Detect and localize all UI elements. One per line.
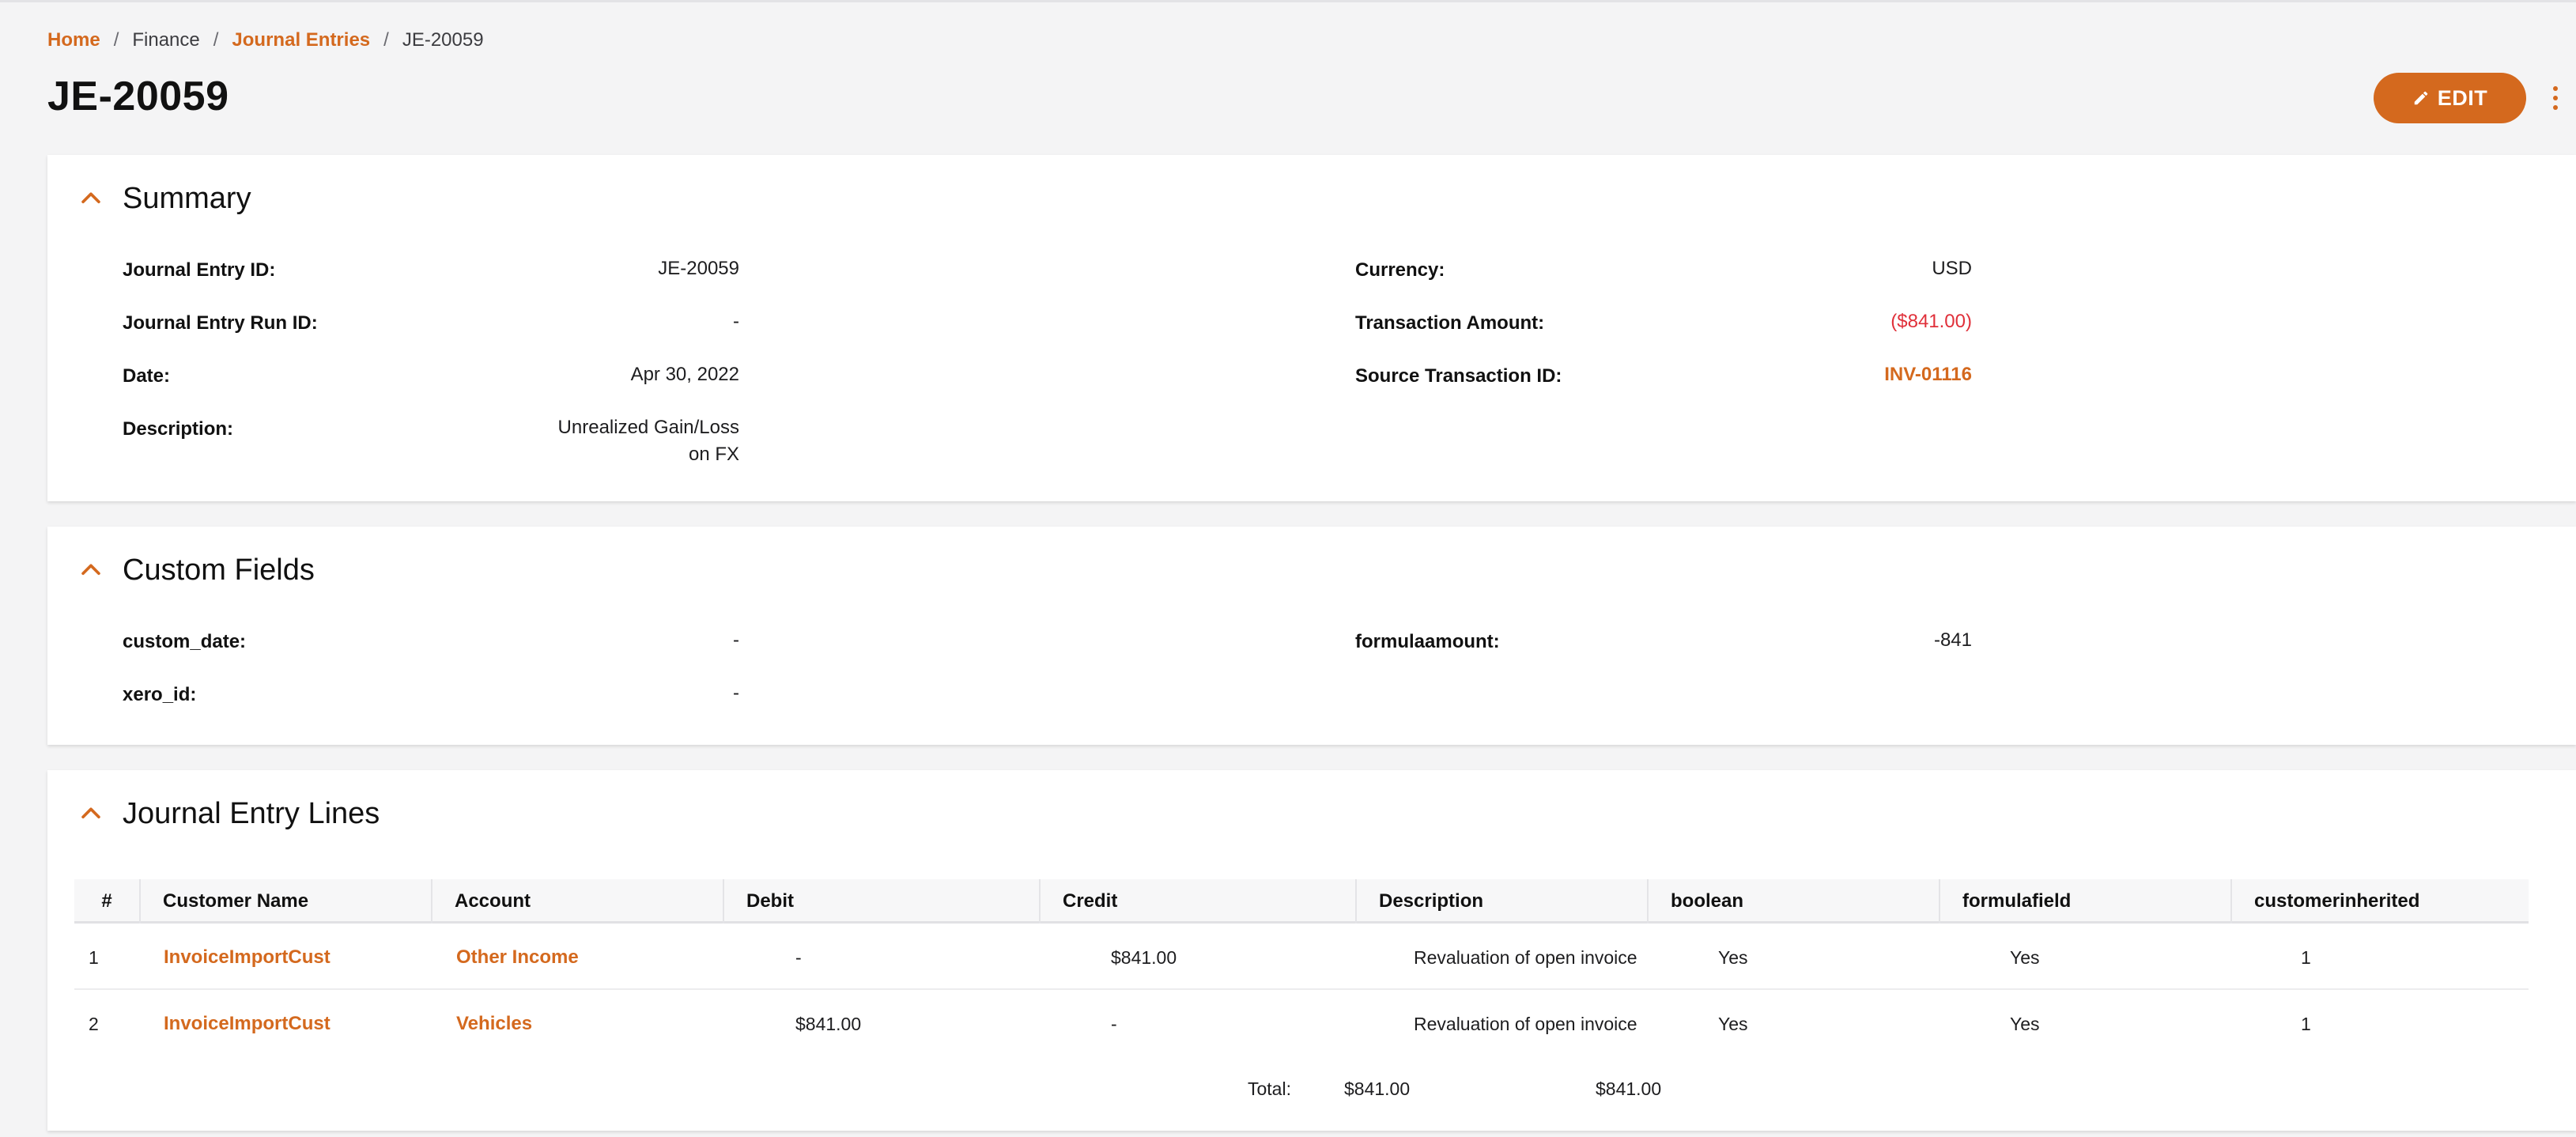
credit-cell: -	[1111, 1013, 1117, 1034]
currency-value: USD	[1932, 258, 1972, 279]
chevron-up-icon[interactable]	[77, 800, 104, 827]
breadcrumb-finance: Finance	[132, 29, 200, 51]
column-header-credit[interactable]: Credit	[1041, 879, 1357, 924]
formulaamount-value: -841	[1933, 629, 1972, 651]
customer-name-link[interactable]: InvoiceImportCust	[164, 925, 330, 990]
customerinherited-cell: 1	[2301, 946, 2311, 968]
total-debit: $841.00	[1344, 1078, 1411, 1099]
custom-fields-section: Custom Fields custom_date: - xero_id: - …	[47, 527, 2576, 745]
column-header-number[interactable]: #	[74, 879, 141, 924]
description-label: Description:	[123, 418, 234, 440]
source-transaction-id-link[interactable]: INV-01116	[1884, 361, 1972, 388]
table-row: 2 InvoiceImportCust Vehicles $841.00 - R…	[74, 992, 2529, 1056]
page-title: JE-20059	[47, 74, 229, 119]
boolean-cell: Yes	[1718, 946, 1748, 968]
account-link[interactable]: Other Income	[456, 925, 579, 990]
column-header-customerinherited[interactable]: customerinherited	[2232, 879, 2529, 924]
summary-title: Summary	[123, 182, 251, 215]
summary-section: Summary Journal Entry ID: JE-20059 Journ…	[47, 155, 2576, 501]
breadcrumb-separator: /	[213, 29, 219, 51]
total-label: Total:	[1248, 1078, 1291, 1099]
breadcrumb: Home / Finance / Journal Entries / JE-20…	[47, 28, 484, 52]
date-value: Apr 30, 2022	[630, 364, 739, 385]
formulafield-cell: Yes	[2010, 1013, 2040, 1034]
debit-cell: $841.00	[795, 1013, 862, 1034]
run-id-label: Journal Entry Run ID:	[123, 312, 318, 334]
custom-date-value: -	[733, 629, 739, 651]
top-divider	[0, 0, 2576, 2]
column-header-description[interactable]: Description	[1357, 879, 1649, 924]
transaction-amount-value: ($841.00)	[1890, 311, 1972, 332]
currency-label: Currency:	[1355, 259, 1445, 281]
customer-name-link[interactable]: InvoiceImportCust	[164, 992, 330, 1056]
description-cell: Revaluation of open invoice	[1414, 1013, 1637, 1034]
pencil-icon	[2414, 91, 2427, 105]
xero-id-value: -	[733, 682, 739, 704]
breadcrumb-current: JE-20059	[402, 29, 484, 51]
xero-id-label: xero_id:	[123, 684, 197, 705]
boolean-cell: Yes	[1718, 1013, 1748, 1034]
credit-cell: $841.00	[1111, 946, 1177, 968]
column-header-customer-name[interactable]: Customer Name	[141, 879, 432, 924]
date-label: Date:	[123, 365, 171, 387]
row-number: 2	[89, 1013, 99, 1034]
journal-entry-lines-title: Journal Entry Lines	[123, 797, 380, 830]
debit-cell: -	[795, 946, 802, 968]
description-cell: Revaluation of open invoice	[1414, 946, 1637, 968]
edit-button-label: EDIT	[2437, 85, 2488, 110]
custom-date-label: custom_date:	[123, 631, 247, 652]
column-header-account[interactable]: Account	[432, 879, 724, 924]
journal-entry-id-value: JE-20059	[658, 258, 739, 279]
formulafield-cell: Yes	[2010, 946, 2040, 968]
source-transaction-id-label: Source Transaction ID:	[1355, 365, 1562, 387]
column-header-boolean[interactable]: boolean	[1649, 879, 1940, 924]
customerinherited-cell: 1	[2301, 1013, 2311, 1034]
description-value: Unrealized Gain/Loss on FX	[558, 414, 739, 468]
column-header-debit[interactable]: Debit	[724, 879, 1041, 924]
edit-button[interactable]: EDIT	[2374, 73, 2526, 123]
account-link[interactable]: Vehicles	[456, 992, 532, 1056]
breadcrumb-home-link[interactable]: Home	[47, 29, 100, 51]
table-row: 1 InvoiceImportCust Other Income - $841.…	[74, 925, 2529, 990]
breadcrumb-separator: /	[383, 29, 389, 51]
table-header: # Customer Name Account Debit Credit Des…	[74, 879, 2529, 924]
custom-fields-title: Custom Fields	[123, 553, 315, 587]
description-value-line1: Unrealized Gain/Loss	[557, 417, 739, 438]
chevron-up-icon[interactable]	[77, 557, 104, 584]
chevron-up-icon[interactable]	[77, 185, 104, 212]
total-credit: $841.00	[1596, 1078, 1662, 1099]
row-number: 1	[89, 946, 99, 968]
breadcrumb-separator: /	[113, 29, 119, 51]
formulaamount-label: formulaamount:	[1355, 631, 1500, 652]
run-id-value: -	[733, 311, 739, 332]
column-header-formulafield[interactable]: formulafield	[1940, 879, 2232, 924]
more-options-icon[interactable]	[2548, 82, 2563, 114]
transaction-amount-label: Transaction Amount:	[1355, 312, 1545, 334]
journal-entry-id-label: Journal Entry ID:	[123, 259, 276, 281]
breadcrumb-journal-entries-link[interactable]: Journal Entries	[232, 29, 370, 51]
description-value-line2: on FX	[688, 444, 739, 465]
